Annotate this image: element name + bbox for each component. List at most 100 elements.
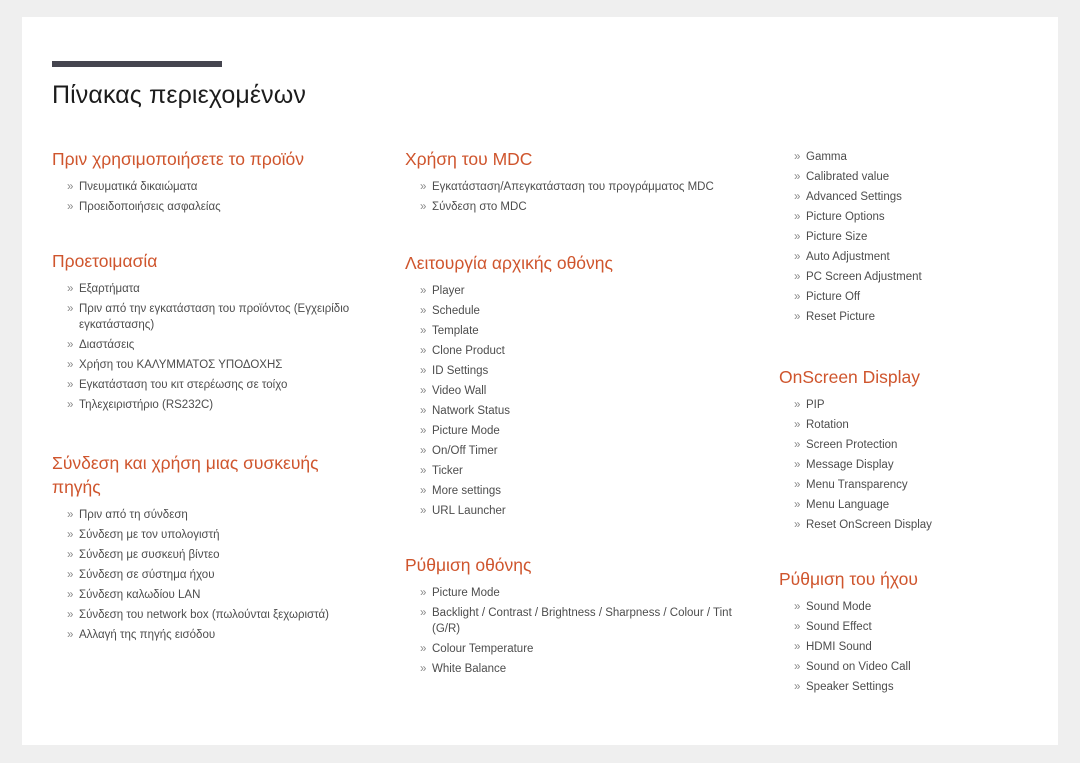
toc-entry[interactable]: » Τηλεχειριστήριο (RS232C) — [52, 395, 372, 415]
toc-entry[interactable]: » Εγκατάσταση/Απεγκατάσταση του προγράμμα… — [405, 177, 735, 197]
toc-entry[interactable]: » Σύνδεση του network box (πωλούνται ξεχω… — [52, 605, 372, 625]
bullet-marker-icon: » — [67, 379, 74, 391]
bullet-marker-icon: » — [420, 181, 427, 193]
toc-entry[interactable]: » Προειδοποιήσεις ασφαλείας — [52, 197, 372, 217]
toc-entry[interactable]: » ID Settings — [405, 361, 735, 381]
toc-entry[interactable]: » White Balance — [405, 659, 735, 679]
toc-entry-label: Auto Adjustment — [806, 251, 890, 263]
toc-section-heading: Ρύθμιση οθόνης — [405, 555, 532, 575]
title-block: Πίνακας περιεχομένων — [52, 61, 652, 110]
bullet-marker-icon: » — [67, 181, 74, 193]
toc-entry[interactable]: » Σύνδεση σε σύστημα ήχου — [52, 565, 372, 585]
bullet-marker-icon: » — [794, 291, 801, 303]
toc-entry[interactable]: » Εξαρτήματα — [52, 279, 372, 299]
bullet-marker-icon: » — [67, 509, 74, 521]
toc-entry[interactable]: » Χρήση του ΚΑΛΥΜΜΑΤΟΣ ΥΠΟΔΟΧΗΣ — [52, 355, 372, 375]
toc-entry-label: Εξαρτήματα — [79, 283, 140, 295]
bullet-marker-icon: » — [420, 325, 427, 337]
toc-section-heading: Σύνδεση και χρήση μιας συσκευής πηγής — [52, 453, 319, 497]
bullet-marker-icon: » — [420, 285, 427, 297]
toc-entry[interactable]: » Advanced Settings — [779, 187, 1059, 207]
toc-entry[interactable]: » Calibrated value — [779, 167, 1059, 187]
toc-entry-label: ID Settings — [432, 365, 489, 377]
toc-entry[interactable]: » Speaker Settings — [779, 677, 1059, 697]
toc-entry[interactable]: » Menu Language — [779, 495, 1059, 515]
toc-entry[interactable]: » More settings — [405, 481, 735, 501]
toc-entry[interactable]: » Πριν από την εγκατάσταση του προϊόντος … — [52, 299, 372, 335]
toc-entry[interactable]: » Player — [405, 281, 735, 301]
toc-entry-label: Player — [432, 285, 465, 297]
toc-column-left: Πριν χρησιμοποιήσετε το προϊόν » Πνευματικ… — [52, 147, 372, 645]
toc-entry[interactable]: » Αλλαγή της πηγής εισόδου — [52, 625, 372, 645]
toc-entry[interactable]: » Message Display — [779, 455, 1059, 475]
toc-entry-list: » Πνευματικά δικαιώματα » Προειδοποιήσεις α… — [52, 177, 372, 217]
toc-entry[interactable]: » Picture Size — [779, 227, 1059, 247]
toc-entry[interactable]: » Screen Protection — [779, 435, 1059, 455]
toc-entry[interactable]: » Πριν από τη σύνδεση — [52, 505, 372, 525]
toc-entry[interactable]: » Πνευματικά δικαιώματα — [52, 177, 372, 197]
toc-entry-label: Sound Effect — [806, 621, 872, 633]
bullet-marker-icon: » — [794, 231, 801, 243]
toc-entry-label: More settings — [432, 485, 502, 497]
toc-entry-label: Σύνδεση με συσκευή βίντεο — [79, 549, 220, 561]
toc-entry[interactable]: » Σύνδεση με τον υπολογιστή — [52, 525, 372, 545]
toc-entry-label: Sound Mode — [806, 601, 872, 613]
bullet-marker-icon: » — [420, 485, 427, 497]
toc-entry[interactable]: » Auto Adjustment — [779, 247, 1059, 267]
toc-entry[interactable]: » Video Wall — [405, 381, 735, 401]
toc-entry-label: Σύνδεση καλωδίου LAN — [79, 589, 201, 601]
bullet-marker-icon: » — [794, 621, 801, 633]
toc-column-right: » Gamma » Calibrated value » Advanced Setting… — [779, 147, 1059, 697]
toc-entry[interactable]: » Picture Options — [779, 207, 1059, 227]
bullet-marker-icon: » — [794, 519, 801, 531]
bullet-marker-icon: » — [67, 609, 74, 621]
bullet-marker-icon: » — [67, 283, 74, 295]
toc-entry[interactable]: » Διαστάσεις — [52, 335, 372, 355]
toc-entry[interactable]: » Gamma — [779, 147, 1059, 167]
toc-entry[interactable]: » PIP — [779, 395, 1059, 415]
toc-section: Πριν χρησιμοποιήσετε το προϊόν » Πνευματικ… — [52, 147, 372, 217]
toc-entry[interactable]: » Σύνδεση με συσκευή βίντεο — [52, 545, 372, 565]
toc-entry[interactable]: » Menu Transparency — [779, 475, 1059, 495]
toc-entry[interactable]: » Ticker — [405, 461, 735, 481]
toc-entry[interactable]: » Colour Temperature — [405, 639, 735, 659]
toc-entry-label: White Balance — [432, 663, 507, 675]
toc-entry[interactable]: » Reset Picture — [779, 307, 1059, 327]
toc-section-heading: Ρύθμιση του ήχου — [779, 569, 918, 589]
toc-entry-label: Video Wall — [432, 385, 487, 397]
toc-entry-label: Σύνδεση στο MDC — [432, 201, 527, 213]
bullet-marker-icon: » — [420, 345, 427, 357]
toc-entry[interactable]: » Σύνδεση καλωδίου LAN — [52, 585, 372, 605]
document-page: Πίνακας περιεχομένων Πριν χρησιμοποιήσετ… — [22, 17, 1058, 745]
toc-entry[interactable]: » Schedule — [405, 301, 735, 321]
toc-entry[interactable]: » URL Launcher — [405, 501, 735, 521]
toc-entry[interactable]: » Clone Product — [405, 341, 735, 361]
toc-entry[interactable]: » Σύνδεση στο MDC — [405, 197, 735, 217]
toc-entry[interactable]: » Rotation — [779, 415, 1059, 435]
toc-entry[interactable]: » Picture Mode — [405, 583, 735, 603]
toc-entry[interactable]: » Sound Effect — [779, 617, 1059, 637]
toc-entry[interactable]: » PC Screen Adjustment — [779, 267, 1059, 287]
toc-entry[interactable]: » Backlight / Contrast / Brightness / Sha… — [405, 603, 735, 639]
toc-entry[interactable]: » Template — [405, 321, 735, 341]
bullet-marker-icon: » — [420, 607, 427, 619]
toc-entry[interactable]: » Picture Mode — [405, 421, 735, 441]
bullet-marker-icon: » — [794, 419, 801, 431]
toc-entry[interactable]: » Picture Off — [779, 287, 1059, 307]
toc-entry[interactable]: » Sound Mode — [779, 597, 1059, 617]
toc-entry[interactable]: » Reset OnScreen Display — [779, 515, 1059, 535]
bullet-marker-icon: » — [420, 405, 427, 417]
toc-entry[interactable]: » HDMI Sound — [779, 637, 1059, 657]
toc-entry-label: Πνευματικά δικαιώματα — [79, 181, 198, 193]
toc-entry-label: Αλλαγή της πηγής εισόδου — [79, 629, 216, 641]
toc-entry[interactable]: » Natwork Status — [405, 401, 735, 421]
bullet-marker-icon: » — [67, 569, 74, 581]
toc-entry-label: Picture Off — [806, 291, 861, 303]
toc-entry-label: Message Display — [806, 459, 894, 471]
toc-entry[interactable]: » Εγκατάσταση του κιτ στερέωσης σε τοίχο — [52, 375, 372, 395]
bullet-marker-icon: » — [67, 303, 74, 315]
toc-entry[interactable]: » On/Off Timer — [405, 441, 735, 461]
toc-entry-label: Picture Mode — [432, 425, 500, 437]
bullet-marker-icon: » — [67, 399, 74, 411]
toc-entry[interactable]: » Sound on Video Call — [779, 657, 1059, 677]
